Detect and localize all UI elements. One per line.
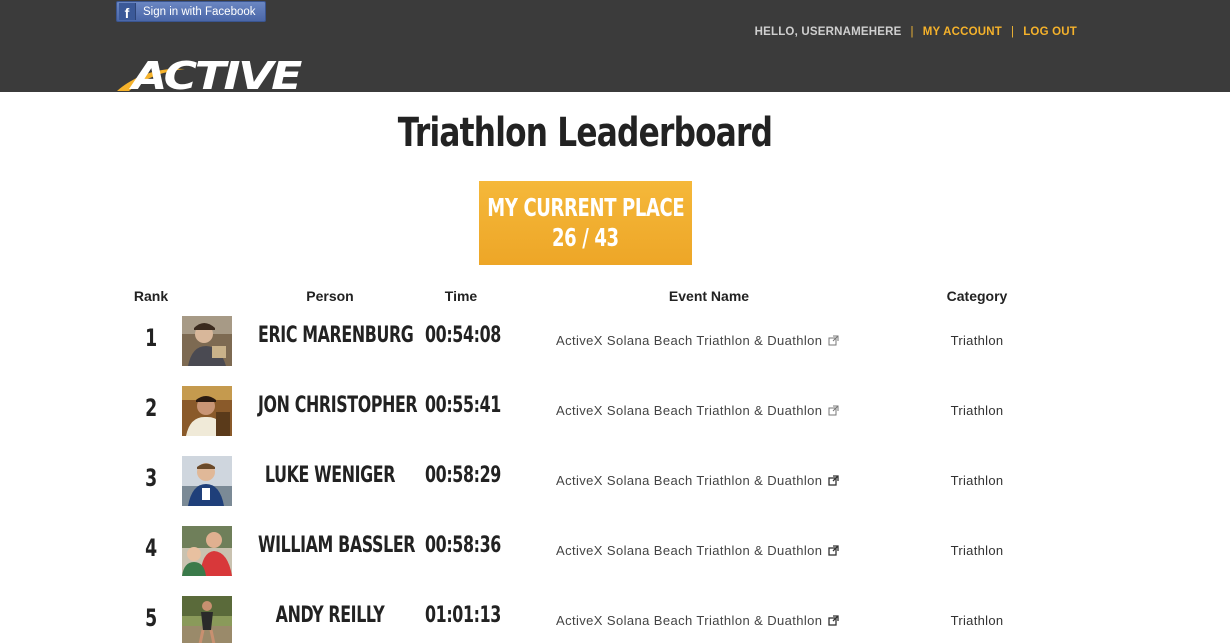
person-avatar[interactable] bbox=[182, 456, 232, 506]
event-link[interactable]: ActiveX Solana Beach Triathlon & Duathlo… bbox=[556, 543, 840, 558]
finish-time: 01:01:13 bbox=[425, 603, 501, 628]
external-link-icon bbox=[828, 335, 839, 346]
nav-separator: | bbox=[910, 26, 914, 38]
event-name: ActiveX Solana Beach Triathlon & Duathlo… bbox=[556, 403, 823, 418]
finish-time: 00:58:36 bbox=[425, 533, 501, 558]
person-name[interactable]: WILLIAM BASSLER bbox=[258, 533, 416, 558]
event-name: ActiveX Solana Beach Triathlon & Duathlo… bbox=[556, 333, 823, 348]
category-value: Triathlon bbox=[950, 333, 1004, 348]
facebook-signin-button[interactable]: f Sign in with Facebook bbox=[116, 1, 266, 22]
external-link-icon bbox=[828, 405, 839, 416]
my-account-link[interactable]: MY ACCOUNT bbox=[923, 26, 1002, 38]
table-row: 2 JON CHRISTOPHER 00:55:41 ActiveX Solan… bbox=[0, 386, 1230, 436]
current-place-badge[interactable]: MY CURRENT PLACE 26 / 43 bbox=[479, 181, 692, 265]
category-value: Triathlon bbox=[950, 613, 1004, 628]
page-title: Triathlon Leaderboard bbox=[397, 110, 773, 156]
category-value: Triathlon bbox=[950, 403, 1004, 418]
rank-value: 4 bbox=[145, 534, 157, 562]
event-link[interactable]: ActiveX Solana Beach Triathlon & Duathlo… bbox=[556, 403, 839, 418]
person-avatar[interactable] bbox=[182, 526, 232, 576]
table-row: 4 WILLIAM BASSLER 00:58:36 ActiveX Solan… bbox=[0, 526, 1230, 576]
event-name: ActiveX Solana Beach Triathlon & Duathlo… bbox=[556, 613, 823, 628]
column-header-time: Time bbox=[444, 288, 478, 304]
table-row: 3 LUKE WENIGER 00:58:29 ActiveX Solana B… bbox=[0, 456, 1230, 506]
person-avatar[interactable] bbox=[182, 386, 232, 436]
current-place-label: MY CURRENT PLACE bbox=[486, 193, 685, 222]
finish-time: 00:58:29 bbox=[425, 463, 501, 488]
rank-value: 3 bbox=[145, 464, 157, 492]
external-link-icon bbox=[828, 545, 840, 556]
user-nav: HELLO, USERNAMEHERE | MY ACCOUNT | LOG O… bbox=[755, 26, 1077, 38]
log-out-link[interactable]: LOG OUT bbox=[1023, 26, 1077, 38]
active-logo[interactable]: ACTIVE bbox=[115, 53, 305, 93]
event-link[interactable]: ActiveX Solana Beach Triathlon & Duathlo… bbox=[556, 473, 840, 488]
logo-text: ACTIVE bbox=[128, 54, 302, 93]
event-link[interactable]: ActiveX Solana Beach Triathlon & Duathlo… bbox=[556, 613, 840, 628]
rank-value: 1 bbox=[145, 324, 157, 352]
rank-value: 5 bbox=[145, 604, 157, 632]
event-name: ActiveX Solana Beach Triathlon & Duathlo… bbox=[556, 543, 823, 558]
top-header: f Sign in with Facebook HELLO, USERNAMEH… bbox=[0, 0, 1230, 93]
event-link[interactable]: ActiveX Solana Beach Triathlon & Duathlo… bbox=[556, 333, 839, 348]
person-avatar[interactable] bbox=[182, 596, 232, 643]
table-row: 1 ERIC MARENBURG 00:54:08 ActiveX Solana… bbox=[0, 316, 1230, 366]
external-link-icon bbox=[828, 475, 840, 486]
table-row: 5 ANDY REILLY 01:01:13 ActiveX Solana Be… bbox=[0, 596, 1230, 643]
event-name: ActiveX Solana Beach Triathlon & Duathlo… bbox=[556, 473, 823, 488]
rank-value: 2 bbox=[145, 394, 157, 422]
column-header-event: Event Name bbox=[668, 288, 750, 304]
external-link-icon bbox=[828, 615, 840, 626]
column-header-rank: Rank bbox=[133, 288, 169, 304]
column-header-person: Person bbox=[306, 288, 354, 304]
column-header-category: Category bbox=[946, 288, 1008, 304]
finish-time: 00:54:08 bbox=[425, 323, 501, 348]
facebook-icon: f bbox=[119, 3, 136, 20]
user-greeting: HELLO, USERNAMEHERE bbox=[754, 26, 902, 38]
nav-separator: | bbox=[1011, 26, 1015, 38]
facebook-signin-label: Sign in with Facebook bbox=[143, 5, 256, 18]
current-place-value: 26 / 43 bbox=[552, 223, 619, 252]
person-name[interactable]: ERIC MARENBURG bbox=[258, 323, 414, 348]
finish-time: 00:55:41 bbox=[425, 393, 501, 418]
category-value: Triathlon bbox=[950, 543, 1004, 558]
category-value: Triathlon bbox=[950, 473, 1004, 488]
person-name[interactable]: ANDY REILLY bbox=[258, 603, 402, 628]
person-name[interactable]: JON CHRISTOPHER bbox=[258, 393, 418, 418]
person-name[interactable]: LUKE WENIGER bbox=[258, 463, 402, 488]
person-avatar[interactable] bbox=[182, 316, 232, 366]
